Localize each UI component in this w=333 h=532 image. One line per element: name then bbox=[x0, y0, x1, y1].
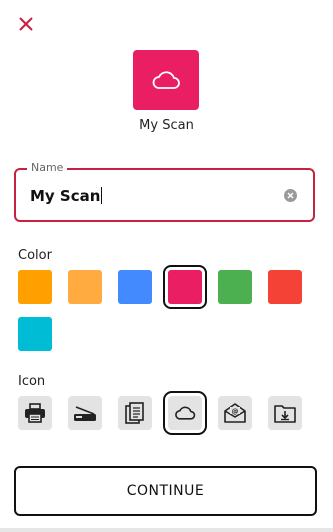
documents-icon bbox=[125, 402, 144, 424]
color-swatch-blue[interactable] bbox=[118, 270, 152, 304]
cloud-icon bbox=[152, 71, 180, 89]
scan-preview-tile bbox=[133, 50, 199, 110]
printer-icon bbox=[25, 403, 45, 423]
icon-option-printer[interactable] bbox=[18, 396, 52, 430]
name-field-label: Name bbox=[27, 161, 68, 174]
icon-option-cloud[interactable] bbox=[163, 391, 207, 435]
icon-option-email[interactable]: @ bbox=[218, 396, 252, 430]
continue-button[interactable]: CONTINUE bbox=[14, 466, 317, 516]
icon-option-scanner[interactable] bbox=[68, 396, 102, 430]
color-swatch-light-orange[interactable] bbox=[68, 270, 102, 304]
close-icon bbox=[19, 17, 33, 31]
icon-option-documents[interactable] bbox=[118, 396, 152, 430]
clear-icon bbox=[287, 192, 294, 199]
color-section-label: Color bbox=[18, 248, 52, 263]
icon-option-folder-download[interactable] bbox=[268, 396, 302, 430]
color-swatch-orange[interactable] bbox=[18, 270, 52, 304]
color-swatch-green[interactable] bbox=[218, 270, 252, 304]
name-input-value[interactable]: My Scan bbox=[30, 187, 103, 205]
color-swatch-red[interactable] bbox=[268, 270, 302, 304]
name-field[interactable]: Name My Scan bbox=[14, 161, 315, 222]
color-swatch-cyan[interactable] bbox=[18, 317, 52, 351]
preview-name: My Scan bbox=[139, 118, 194, 133]
email-icon: @ bbox=[224, 403, 246, 423]
color-swatch-pink[interactable] bbox=[163, 265, 207, 309]
folder-download-icon bbox=[274, 405, 296, 423]
clear-button[interactable] bbox=[284, 189, 297, 202]
bottom-divider bbox=[0, 528, 333, 532]
scanner-icon bbox=[74, 406, 96, 421]
close-button[interactable] bbox=[16, 14, 36, 34]
svg-text:@: @ bbox=[232, 408, 239, 416]
cloud-icon bbox=[175, 406, 196, 420]
icon-section-label: Icon bbox=[18, 374, 46, 389]
